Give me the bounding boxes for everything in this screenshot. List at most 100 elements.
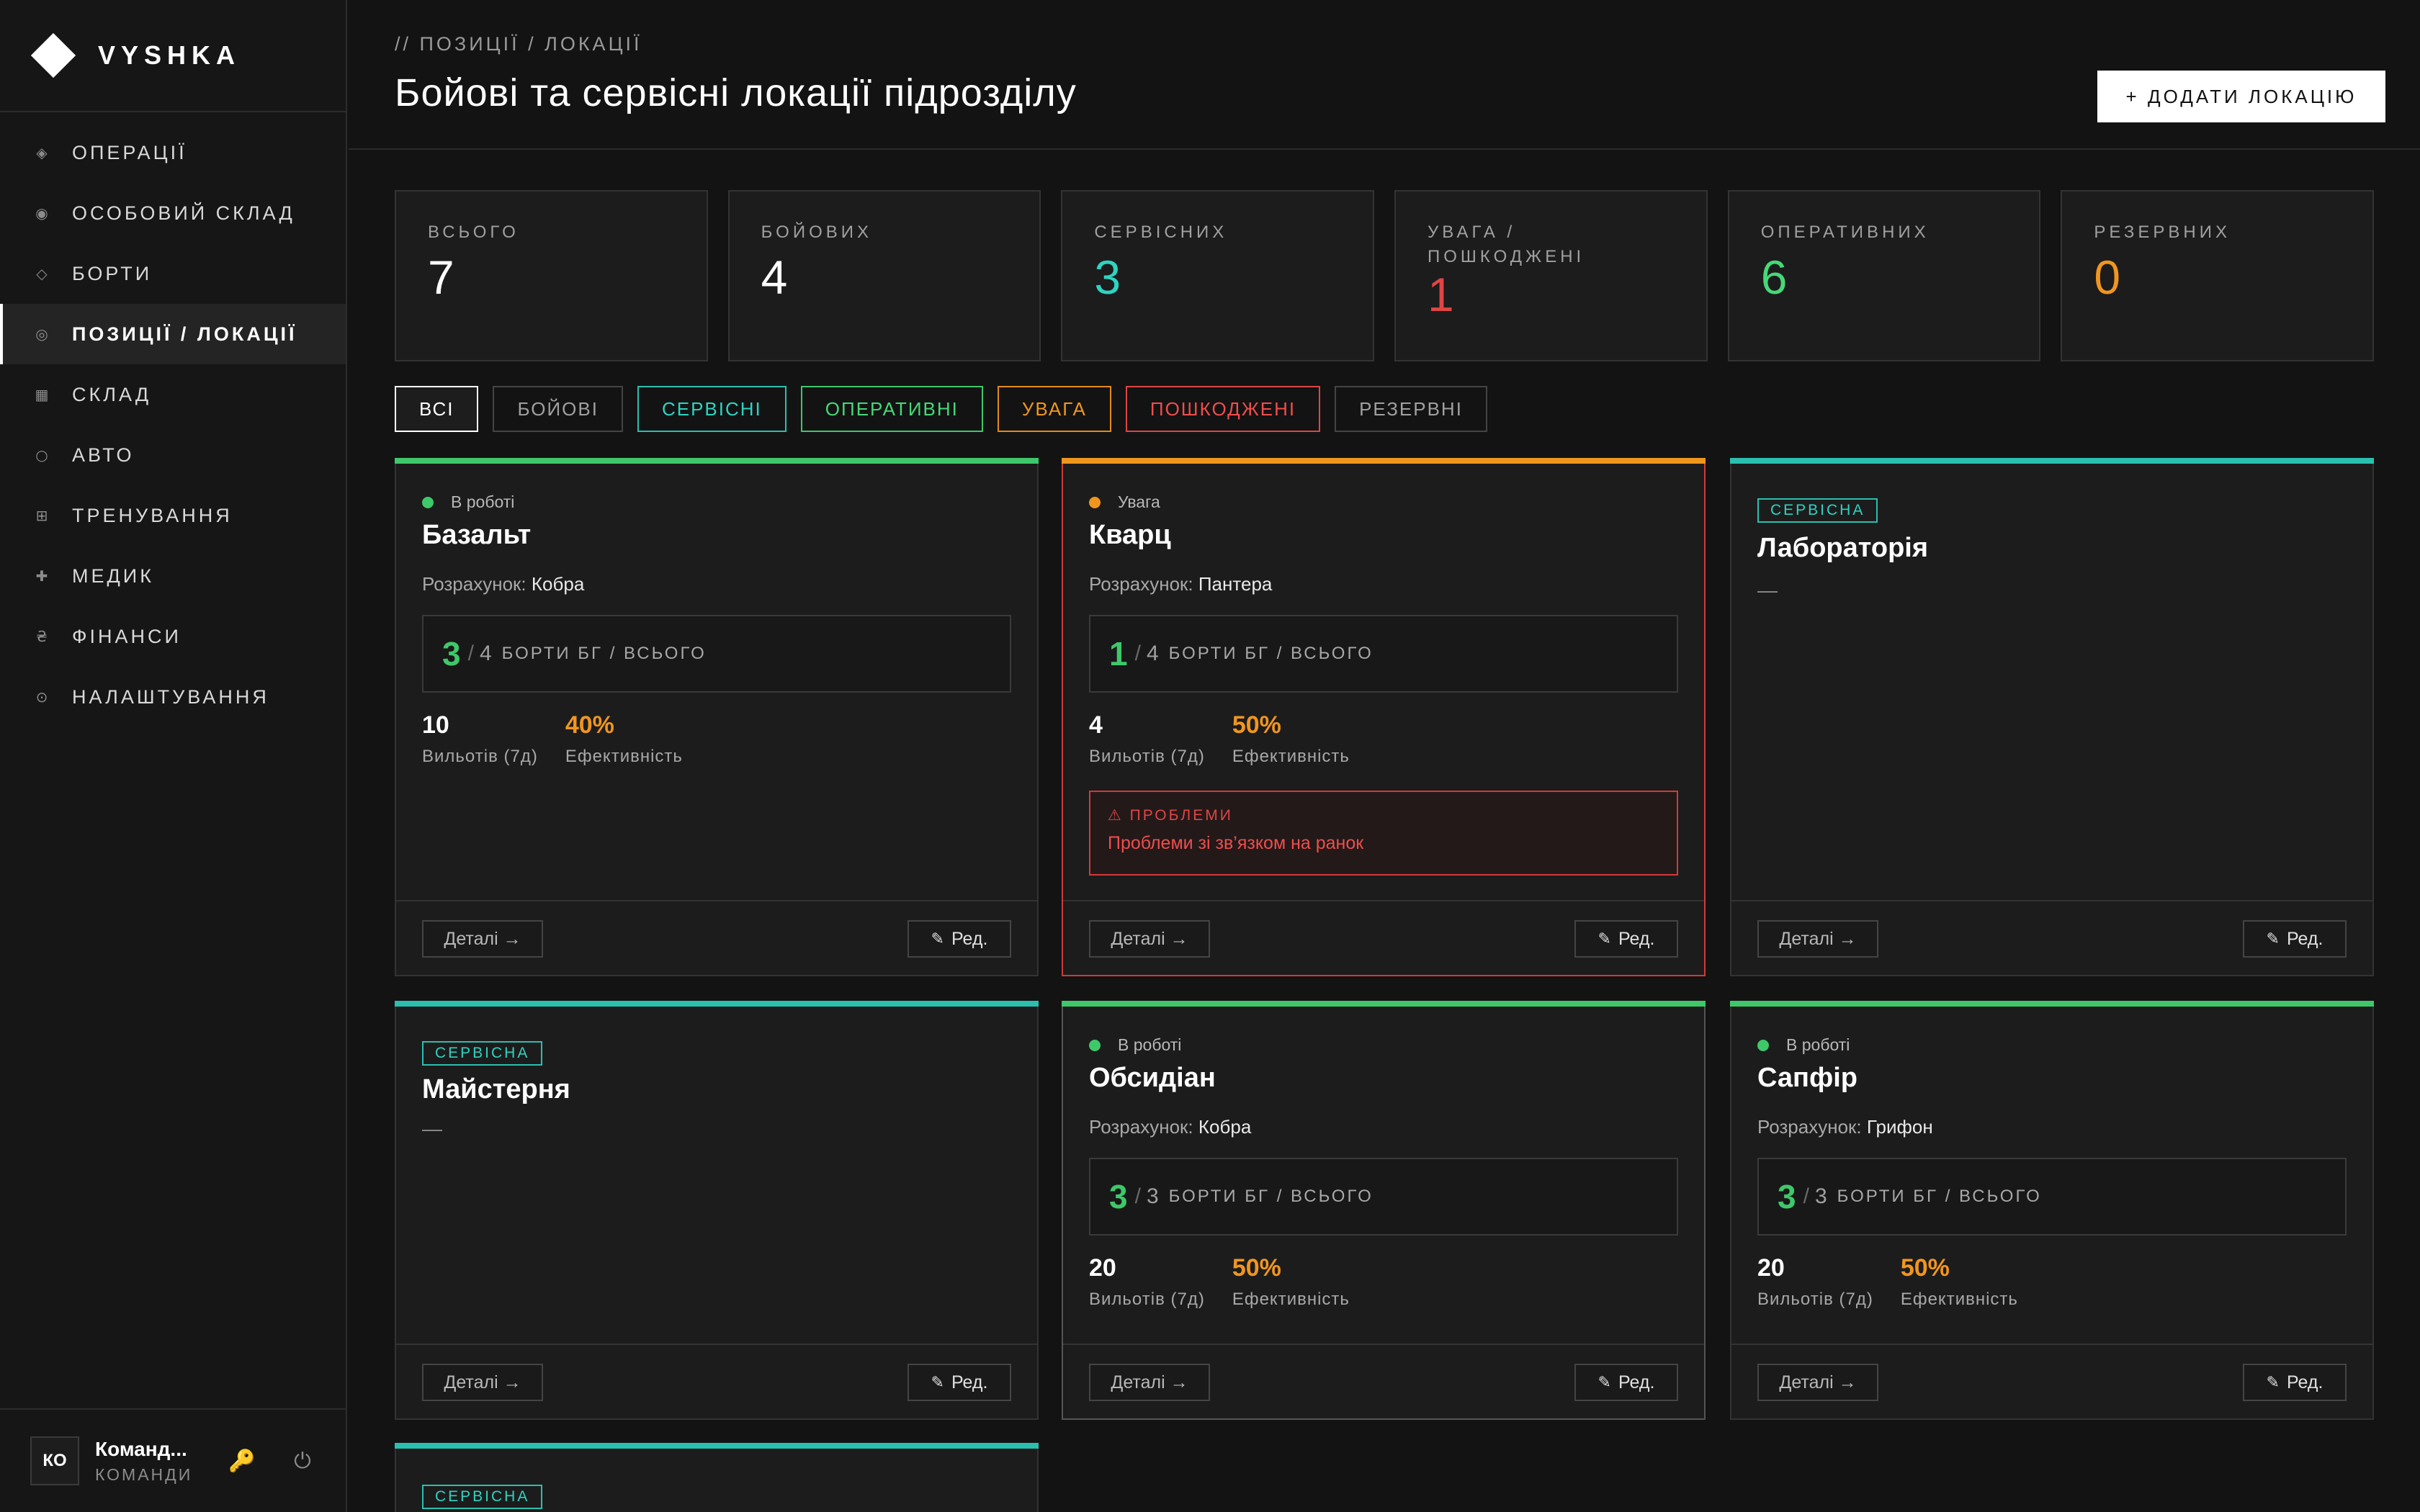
status-indicator: В роботі (1757, 1035, 1850, 1055)
sidebar-item-label: ОПЕРАЦІЇ (72, 141, 187, 163)
crew-label: Розрахунок: (1089, 573, 1193, 595)
metric-flights: 20 Вильотів (7д) (1757, 1254, 1873, 1310)
card-title: Майстерня (422, 1074, 570, 1104)
stat-label: БОЙОВИХ (761, 222, 873, 242)
location-card-laboratory: СЕРВІСНА Лабораторія — Деталі → ✎ Ред. (1730, 458, 2374, 976)
metric-efficiency: 40% Ефективність (565, 711, 683, 767)
flights-value: 20 (1089, 1254, 1116, 1282)
sidebar-item-positions[interactable]: ◎ ПОЗИЦІЇ / ЛОКАЦІЇ (0, 304, 346, 364)
sidebar-item-warehouse[interactable]: ▦ СКЛАД (0, 364, 346, 425)
sidebar-item-operations[interactable]: ◈ ОПЕРАЦІЇ (0, 122, 346, 183)
edit-button[interactable]: ✎ Ред. (1574, 1364, 1678, 1401)
efficiency-value: 40% (565, 711, 614, 739)
flights-value: 20 (1757, 1254, 1785, 1282)
filter-service[interactable]: СЕРВІСНІ (637, 386, 786, 432)
stat-value: 6 (1760, 251, 1788, 304)
details-button[interactable]: Деталі → (422, 1364, 543, 1401)
crew-label: Розрахунок: (1089, 1116, 1193, 1138)
edit-button[interactable]: ✎ Ред. (2243, 1364, 2347, 1401)
card-footer: Деталі → ✎ Ред. (1731, 900, 2372, 975)
service-tag: СЕРВІСНА (422, 1485, 543, 1509)
status-text: В роботі (1786, 1035, 1850, 1054)
pencil-icon: ✎ (931, 1373, 944, 1392)
metrics: 20 Вильотів (7д) 50% Ефективність (1089, 1254, 1377, 1310)
sidebar-item-medic[interactable]: ✚ МЕДИК (0, 546, 346, 606)
status-dot-icon (1757, 1039, 1769, 1051)
flights-label: Вильотів (7д) (1757, 1290, 1873, 1309)
edit-button[interactable]: ✎ Ред. (908, 1364, 1011, 1401)
card-title: Сапфір (1757, 1063, 1858, 1093)
status-dot-icon (422, 496, 434, 508)
filter-combat[interactable]: БОЙОВІ (493, 386, 623, 432)
details-button[interactable]: Деталі → (1089, 1364, 1210, 1401)
boards-separator: / (467, 642, 474, 665)
status-bar (1730, 1001, 2374, 1007)
filter-reserve[interactable]: РЕЗЕРВНІ (1335, 386, 1487, 432)
efficiency-value: 50% (1232, 1254, 1281, 1282)
stat-label: ОПЕРАТИВНИХ (1760, 222, 1930, 242)
boards-separator: / (1134, 642, 1141, 665)
crew-info: Розрахунок: Пантера (1089, 573, 1272, 595)
sidebar-item-label: БОРТИ (72, 262, 153, 284)
sidebar-item-label: ФІНАНСИ (72, 625, 182, 647)
boards-bg-count: 3 (442, 635, 461, 672)
stat-attention: УВАГА / ПОШКОДЖЕНІ 1 (1394, 190, 1708, 361)
sidebar-item-auto[interactable]: ○ АВТО (0, 425, 346, 485)
details-button[interactable]: Деталі → (422, 920, 543, 958)
details-button[interactable]: Деталі → (1757, 920, 1878, 958)
status-text: В роботі (451, 492, 515, 511)
avatar[interactable]: КО (30, 1436, 79, 1485)
sidebar-item-label: ОСОБОВИЙ СКЛАД (72, 202, 295, 224)
card-footer: Деталі → ✎ Ред. (1731, 1344, 2372, 1418)
service-tag: СЕРВІСНА (1757, 498, 1878, 523)
sidebar-item-training[interactable]: ⊞ ТРЕНУВАННЯ (0, 485, 346, 546)
key-icon[interactable]: 🔑 (228, 1446, 256, 1475)
status-text: В роботі (1118, 1035, 1182, 1054)
filter-damaged[interactable]: ПОШКОДЖЕНІ (1125, 386, 1321, 432)
sidebar-item-label: НАЛАШТУВАННЯ (72, 685, 269, 708)
problem-box: ⚠ ПРОБЛЕМИ Проблеми зі зв’язком на ранок (1089, 791, 1678, 876)
crew-value: Грифон (1866, 1116, 1933, 1138)
sidebar-item-label: ТРЕНУВАННЯ (72, 504, 233, 526)
sidebar: VYSHKA ◈ ОПЕРАЦІЇ ◉ ОСОБОВИЙ СКЛАД ◇ БОРТИ … (0, 0, 347, 1512)
boards-total: 4 (1146, 642, 1159, 665)
details-button[interactable]: Деталі → (1757, 1364, 1878, 1401)
location-card-obsidian: В роботі Обсидіан Розрахунок: Кобра 3/3 Б… (1062, 1001, 1706, 1420)
edit-button[interactable]: ✎ Ред. (2243, 920, 2347, 958)
edit-label: Ред. (2286, 928, 2323, 949)
sidebar-item-personnel[interactable]: ◉ ОСОБОВИЙ СКЛАД (0, 183, 346, 243)
filter-attention[interactable]: УВАГА (997, 386, 1111, 432)
crew-value: Кобра (1198, 1116, 1252, 1138)
efficiency-label: Ефективність (1232, 1290, 1350, 1309)
stat-reserve: РЕЗЕРВНИХ 0 (2061, 190, 2375, 361)
boards-bg-count: 3 (1778, 1178, 1796, 1215)
filter-all[interactable]: ВСІ (395, 386, 479, 432)
logo[interactable]: VYSHKA (0, 0, 346, 112)
stat-value: 7 (428, 251, 454, 304)
add-location-button[interactable]: + ДОДАТИ ЛОКАЦІЮ (2097, 71, 2385, 122)
power-icon[interactable]: ⏻ (288, 1446, 317, 1475)
sidebar-item-finance[interactable]: ₴ ФІНАНСИ (0, 606, 346, 667)
boards-box: 3/3 БОРТИ БГ / ВСЬОГО (1757, 1158, 2347, 1236)
crew-label: Розрахунок: (422, 573, 526, 595)
efficiency-label: Ефективність (565, 747, 683, 766)
filter-operational[interactable]: ОПЕРАТИВНІ (800, 386, 983, 432)
sidebar-item-boards[interactable]: ◇ БОРТИ (0, 243, 346, 304)
sidebar-item-settings[interactable]: ⊙ НАЛАШТУВАННЯ (0, 667, 346, 727)
metric-efficiency: 50% Ефективність (1232, 1254, 1350, 1310)
boards-total: 3 (1814, 1184, 1827, 1208)
edit-button[interactable]: ✎ Ред. (1574, 920, 1678, 958)
problem-text: Проблеми зі зв’язком на ранок (1108, 833, 1364, 853)
details-button[interactable]: Деталі → (1089, 920, 1210, 958)
filter-bar: ВСІ БОЙОВІ СЕРВІСНІ ОПЕРАТИВНІ УВАГА ПОШ… (395, 386, 1487, 432)
boards-separator: / (1134, 1184, 1141, 1208)
breadcrumb: // ПОЗИЦІЇ / ЛОКАЦІЇ (395, 33, 642, 55)
status-bar (1062, 1001, 1706, 1007)
status-bar (395, 1001, 1039, 1007)
problem-heading: ⚠ ПРОБЛЕМИ (1108, 807, 1233, 824)
metrics: 10 Вильотів (7д) 40% Ефективність (422, 711, 710, 767)
boards-total: 3 (1146, 1184, 1159, 1208)
edit-button[interactable]: ✎ Ред. (908, 920, 1011, 958)
user-role: КОМАНДИ (95, 1464, 193, 1484)
positions-icon: ◎ (35, 325, 48, 343)
